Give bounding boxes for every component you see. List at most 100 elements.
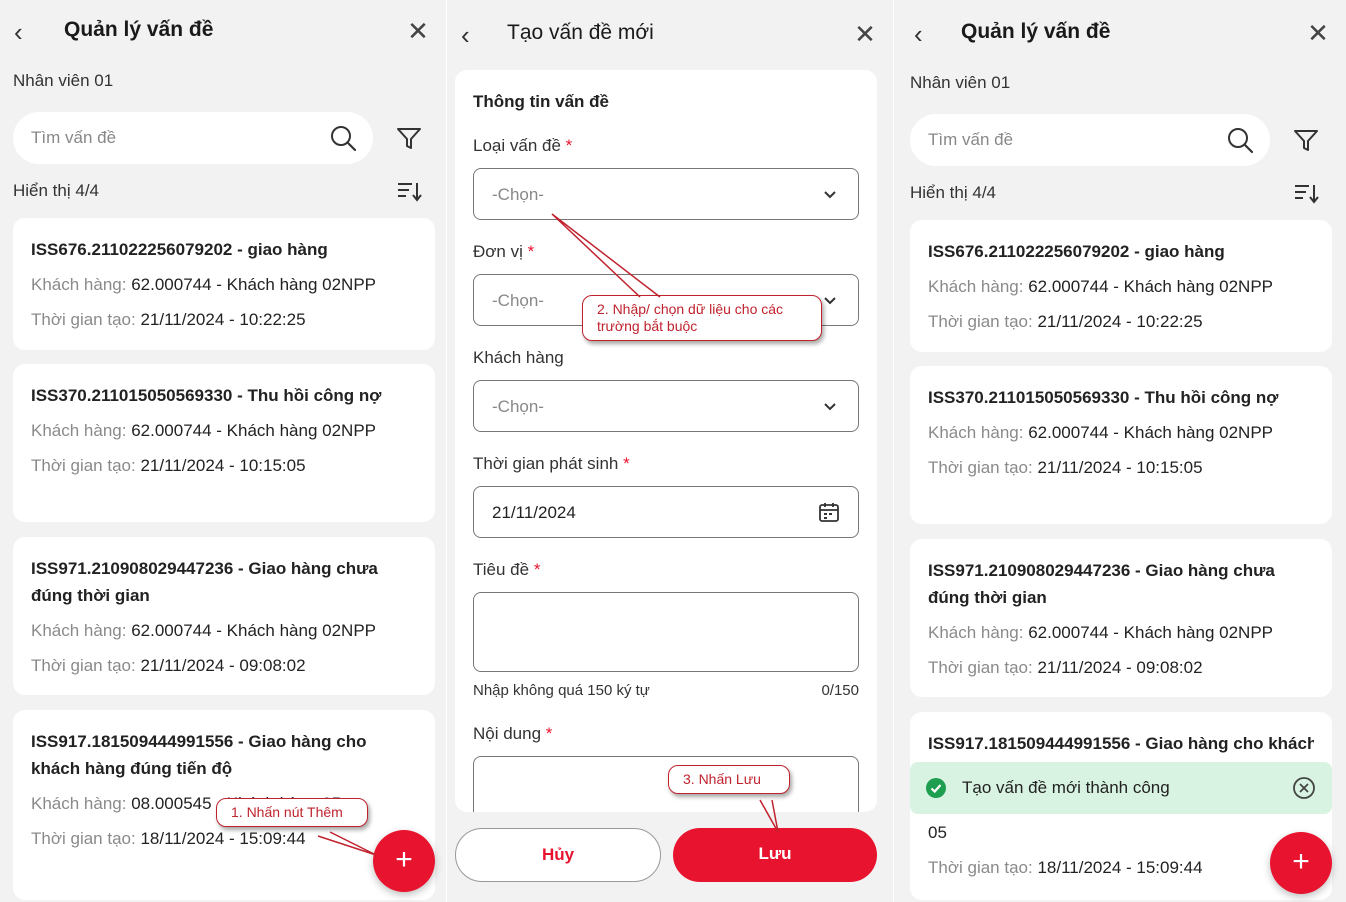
created-label: Thời gian tạo: bbox=[31, 456, 136, 475]
filter-icon[interactable] bbox=[1292, 126, 1320, 154]
cancel-button[interactable]: Hủy bbox=[455, 828, 661, 882]
issue-card[interactable]: ISS370.211015050569330 - Thu hồi công nợ… bbox=[13, 364, 435, 522]
issue-card[interactable]: ISS676.211022256079202 - giao hàng Khách… bbox=[13, 218, 435, 350]
created-label: Thời gian tạo: bbox=[928, 858, 1033, 877]
chevron-down-icon bbox=[824, 297, 836, 305]
content-textarea[interactable] bbox=[473, 756, 859, 812]
issue-customer: Khách hàng: 62.000744 - Khách hàng 02NPP bbox=[31, 617, 417, 644]
section-title: Thông tin vấn đề bbox=[473, 92, 609, 111]
header: ‹ Quản lý vấn đề ✕ bbox=[0, 0, 446, 60]
customer-label: Khách hàng: bbox=[928, 277, 1024, 296]
back-icon[interactable]: ‹ bbox=[914, 20, 938, 48]
add-issue-button[interactable]: + bbox=[1270, 832, 1332, 894]
customer-label: Khách hàng: bbox=[31, 621, 127, 640]
issue-type-select[interactable]: -Chọn- bbox=[473, 168, 859, 220]
issue-card[interactable]: ISS676.211022256079202 - giao hàng Khách… bbox=[910, 220, 1332, 352]
issue-title: ISS917.181509444991556 - Giao hàng cho k… bbox=[928, 734, 1314, 753]
unit-label-text: Đơn vị bbox=[473, 242, 523, 261]
close-circle-icon[interactable] bbox=[1292, 776, 1316, 800]
filter-icon[interactable] bbox=[395, 124, 423, 152]
search-input[interactable]: Tìm vấn đề bbox=[13, 112, 373, 164]
issue-title: ISS676.211022256079202 - giao hàng bbox=[928, 242, 1225, 261]
issue-created: Thời gian tạo: 18/11/2024 - 15:09:44 bbox=[928, 854, 1314, 881]
created-value: 18/11/2024 - 15:09:44 bbox=[1037, 858, 1203, 877]
success-toast: Tạo vấn đề mới thành công bbox=[910, 762, 1332, 814]
search-input[interactable]: Tìm vấn đề bbox=[910, 114, 1270, 166]
issue-type-label: Loại vấn đề * bbox=[473, 136, 572, 156]
issue-title: ISS971.210908029447236 - Giao hàng chưa … bbox=[928, 561, 1275, 607]
created-value: 21/11/2024 - 10:15:05 bbox=[1037, 458, 1203, 477]
issue-customer: Khách hàng: 62.000744 - Khách hàng 02NPP bbox=[928, 619, 1314, 646]
customer-value: 62.000744 - Khách hàng 02NPP bbox=[1028, 277, 1274, 296]
step1-callout: 1. Nhấn nút Thêm bbox=[216, 798, 368, 827]
created-label: Thời gian tạo: bbox=[928, 458, 1033, 477]
issue-created: Thời gian tạo: 21/11/2024 - 10:15:05 bbox=[31, 452, 417, 479]
content-label: Nội dung * bbox=[473, 724, 552, 744]
issue-list-result-screen: ‹ Quản lý vấn đề ✕ Nhân viên 01 Tìm vấn … bbox=[894, 0, 1346, 902]
subject-hint: Nhập không quá 150 ký tự bbox=[473, 682, 650, 699]
issue-list-screen: ‹ Quản lý vấn đề ✕ Nhân viên 01 Tìm vấn … bbox=[0, 0, 446, 902]
issue-type-value: -Chọn- bbox=[492, 185, 544, 204]
issue-customer: Khách hàng: 62.000744 - Khách hàng 02NPP bbox=[928, 419, 1314, 446]
issue-title: ISS676.211022256079202 - giao hàng bbox=[31, 240, 328, 259]
employee-name: Nhân viên 01 bbox=[13, 71, 114, 90]
step2-callout: 2. Nhập/ chọn dữ liệu cho các trường bắt… bbox=[582, 295, 822, 341]
add-issue-button[interactable]: + bbox=[373, 830, 435, 892]
occurred-value: 21/11/2024 bbox=[492, 503, 576, 522]
subject-label: Tiêu đề * bbox=[473, 560, 540, 580]
sort-icon[interactable] bbox=[1293, 181, 1319, 205]
issue-created: Thời gian tạo: 21/11/2024 - 09:08:02 bbox=[928, 654, 1314, 681]
search-icon[interactable] bbox=[1226, 126, 1254, 154]
close-icon[interactable]: ✕ bbox=[851, 19, 879, 49]
back-icon[interactable]: ‹ bbox=[14, 18, 38, 46]
issue-form: Thông tin vấn đề Loại vấn đề * -Chọn- Đơ… bbox=[455, 70, 877, 812]
content-label-text: Nội dung bbox=[473, 724, 542, 743]
save-button[interactable]: Lưu bbox=[673, 828, 877, 882]
created-value: 18/11/2024 - 15:09:44 bbox=[140, 829, 306, 848]
check-circle-icon bbox=[926, 778, 946, 798]
issue-title: ISS971.210908029447236 - Giao hàng chưa … bbox=[31, 559, 378, 605]
customer-value: 62.000744 - Khách hàng 02NPP bbox=[1028, 623, 1274, 642]
search-placeholder: Tìm vấn đề bbox=[928, 130, 1014, 149]
occurred-label-text: Thời gian phát sinh bbox=[473, 454, 619, 473]
issue-created: Thời gian tạo: 21/11/2024 - 10:15:05 bbox=[928, 454, 1314, 481]
issue-created: Thời gian tạo: 21/11/2024 - 09:08:02 bbox=[31, 652, 417, 679]
required-mark: * bbox=[623, 454, 630, 473]
created-label: Thời gian tạo: bbox=[928, 312, 1033, 331]
created-value: 21/11/2024 - 10:22:25 bbox=[140, 310, 306, 329]
issue-card[interactable]: ISS971.210908029447236 - Giao hàng chưa … bbox=[13, 537, 435, 695]
required-mark: * bbox=[527, 242, 535, 261]
issue-created: Thời gian tạo: 21/11/2024 - 10:22:25 bbox=[928, 308, 1314, 335]
issue-customer: Khách hàng: 62.000744 - Khách hàng 02NPP bbox=[928, 273, 1314, 300]
close-icon[interactable]: ✕ bbox=[404, 16, 432, 46]
created-value: 21/11/2024 - 09:08:02 bbox=[1037, 658, 1203, 677]
sort-icon[interactable] bbox=[396, 179, 422, 203]
back-icon[interactable]: ‹ bbox=[461, 21, 485, 49]
created-label: Thời gian tạo: bbox=[928, 658, 1033, 677]
issue-customer: Khách hàng: 62.000744 - Khách hàng 02NPP bbox=[31, 271, 417, 298]
required-mark: * bbox=[565, 136, 573, 155]
subject-label-text: Tiêu đề bbox=[473, 560, 530, 579]
created-label: Thời gian tạo: bbox=[31, 310, 136, 329]
customer-value: 62.000744 - Khách hàng 02NPP bbox=[131, 621, 377, 640]
occurred-date-field[interactable]: 21/11/2024 bbox=[473, 486, 859, 538]
close-icon[interactable]: ✕ bbox=[1304, 18, 1332, 48]
calendar-icon[interactable] bbox=[818, 501, 840, 523]
issue-card[interactable]: ISS370.211015050569330 - Thu hồi công nợ… bbox=[910, 366, 1332, 524]
result-count: Hiển thị 4/4 bbox=[13, 181, 99, 200]
create-issue-screen: ‹ Tạo vấn đề mới ✕ Thông tin vấn đề Loại… bbox=[447, 0, 893, 902]
subject-textarea[interactable] bbox=[473, 592, 859, 672]
created-label: Thời gian tạo: bbox=[31, 829, 136, 848]
created-value: 21/11/2024 - 09:08:02 bbox=[140, 656, 306, 675]
search-icon[interactable] bbox=[329, 124, 357, 152]
issue-created: Thời gian tạo: 21/11/2024 - 10:22:25 bbox=[31, 306, 417, 333]
step3-callout: 3. Nhấn Lưu bbox=[668, 765, 790, 794]
result-count: Hiển thị 4/4 bbox=[910, 183, 996, 202]
issue-card[interactable]: ISS971.210908029447236 - Giao hàng chưa … bbox=[910, 539, 1332, 697]
required-mark: * bbox=[545, 724, 553, 743]
customer-label: Khách hàng bbox=[473, 348, 564, 367]
page-title: Quản lý vấn đề bbox=[961, 20, 1111, 43]
issue-created: Thời gian tạo: 18/11/2024 - 15:09:44 bbox=[31, 825, 417, 852]
customer-label: Khách hàng: bbox=[31, 794, 127, 813]
customer-select[interactable]: -Chọn- bbox=[473, 380, 859, 432]
